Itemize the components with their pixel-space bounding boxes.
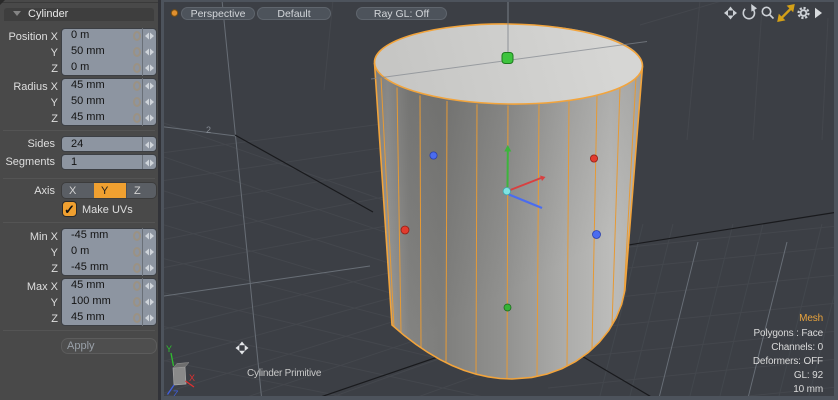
svg-text:2: 2 <box>206 125 211 135</box>
svg-text:Z: Z <box>173 389 179 396</box>
svg-text:Y: Y <box>166 344 172 354</box>
svg-text:X: X <box>189 373 195 383</box>
